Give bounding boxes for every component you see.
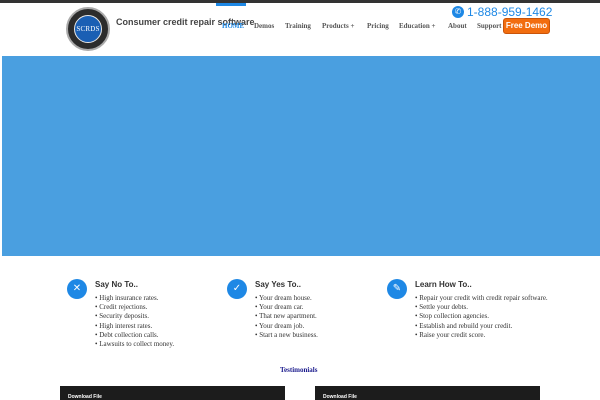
hero-banner	[2, 56, 600, 256]
nav-item-support[interactable]: Support	[477, 22, 502, 30]
download-file-panel[interactable]: Download File	[315, 386, 540, 400]
nav-item-products[interactable]: Products +	[322, 22, 354, 30]
list-item: • High interest rates.	[95, 321, 153, 330]
nav-item-about[interactable]: About	[448, 22, 467, 30]
list-item: • Stop collection agencies.	[415, 312, 489, 321]
x-icon: ✕	[67, 279, 87, 299]
site-header: SCRDS Consumer credit repair software ✆ …	[0, 3, 600, 53]
list-item: • Settle your debts.	[415, 303, 468, 312]
nav-item-education[interactable]: Education +	[399, 22, 435, 30]
download-file-label: Download File	[68, 394, 102, 400]
feature-list: • High insurance rates. • Credit rejecti…	[95, 294, 230, 349]
pencil-icon: ✎	[387, 279, 407, 299]
phone-icon: ✆	[452, 6, 464, 18]
list-item: • Your dream house.	[255, 294, 312, 302]
testimonials-heading: Testimonials	[280, 366, 318, 374]
list-item: • Raise your credit score.	[415, 330, 486, 339]
list-item: • Lawsuits to collect money.	[95, 340, 175, 349]
feature-title: Say No To..	[95, 280, 138, 289]
list-item: • Start a new business.	[255, 330, 318, 339]
list-item: • Your dream car.	[255, 303, 304, 312]
feature-list: • Your dream house. • Your dream car. • …	[255, 294, 390, 340]
list-item: • Repair your credit with credit repair …	[415, 294, 548, 302]
nav-active-indicator	[216, 3, 246, 6]
list-item: • Establish and rebuild your credit.	[415, 321, 513, 330]
download-file-label: Download File	[323, 394, 357, 400]
nav-item-training[interactable]: Training	[285, 22, 311, 30]
feature-list: • Repair your credit with credit repair …	[415, 294, 550, 340]
feature-title: Say Yes To..	[255, 280, 301, 289]
download-file-panel[interactable]: Download File	[60, 386, 285, 400]
nav-item-home[interactable]: HOME	[222, 22, 244, 30]
check-icon: ✓	[227, 279, 247, 299]
nav-item-pricing[interactable]: Pricing	[367, 22, 389, 30]
phone-contact[interactable]: ✆ 1-888-959-1462	[452, 5, 552, 19]
list-item: • That new apartment.	[255, 312, 317, 321]
phone-number: 1-888-959-1462	[467, 5, 553, 19]
list-item: • Your dream job.	[255, 321, 305, 330]
feature-title: Learn How To..	[415, 280, 472, 289]
list-item: • Security deposits.	[95, 312, 149, 321]
free-demo-button[interactable]: Free Demo	[503, 18, 550, 34]
list-item: • Credit rejections.	[95, 303, 148, 312]
list-item: • Debt collection calls.	[95, 330, 159, 339]
list-item: • High insurance rates.	[95, 294, 159, 302]
nav-item-demos[interactable]: Demos	[254, 22, 274, 30]
